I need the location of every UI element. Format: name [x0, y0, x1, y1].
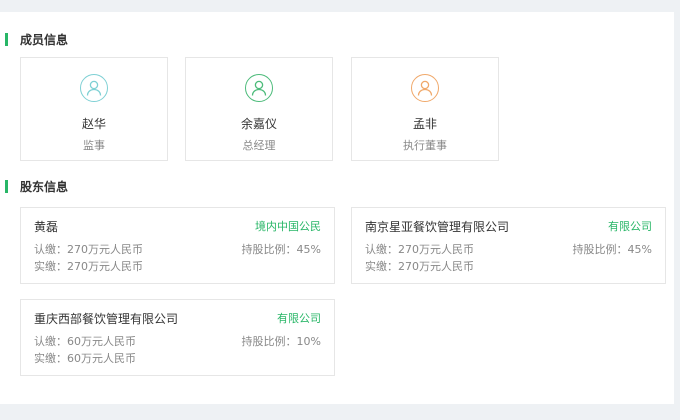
shareholder-type: 有限公司	[277, 312, 321, 325]
shareholder-name[interactable]: 重庆西部餐饮管理有限公司	[34, 310, 178, 327]
share-ratio: 持股比例：45%	[572, 243, 652, 256]
paid-capital: 实缴：60万元人民币	[34, 352, 136, 365]
subscribed-capital: 认缴：270万元人民币	[34, 243, 143, 256]
shareholder-name[interactable]: 黄磊	[34, 218, 58, 235]
shareholder-type: 有限公司	[608, 220, 652, 233]
paid-capital: 实缴：270万元人民币	[365, 260, 474, 273]
shareholder-type: 境内中国公民	[255, 220, 321, 233]
subscribed-capital: 认缴：270万元人民币	[365, 243, 474, 256]
shareholder-card[interactable]: 黄磊 境内中国公民 认缴：270万元人民币 实缴：270万元人民币 持股比例：4…	[20, 207, 335, 284]
member-card[interactable]: 孟非 执行董事	[351, 57, 499, 161]
member-name[interactable]: 赵华	[21, 115, 167, 132]
subscribed-capital: 认缴：60万元人民币	[34, 335, 136, 348]
share-ratio: 持股比例：45%	[241, 243, 321, 256]
shareholders-section-title: 股东信息	[0, 179, 68, 195]
shareholder-name[interactable]: 南京星亚餐饮管理有限公司	[365, 218, 509, 235]
member-role: 监事	[83, 139, 105, 152]
content-panel: 成员信息 赵华 监事 余嘉仪 总经理 孟非 执行董事 股东信息 黄磊 境内中国公…	[0, 12, 674, 404]
member-card[interactable]: 余嘉仪 总经理	[185, 57, 333, 161]
person-icon	[411, 74, 439, 102]
shareholder-card[interactable]: 重庆西部餐饮管理有限公司 有限公司 认缴：60万元人民币 实缴：60万元人民币 …	[20, 299, 335, 376]
members-section-title: 成员信息	[0, 32, 68, 48]
paid-capital: 实缴：270万元人民币	[34, 260, 143, 273]
person-icon	[245, 74, 273, 102]
member-role: 总经理	[242, 139, 276, 152]
share-ratio: 持股比例：10%	[241, 335, 321, 348]
shareholder-card[interactable]: 南京星亚餐饮管理有限公司 有限公司 认缴：270万元人民币 实缴：270万元人民…	[351, 207, 666, 284]
member-name[interactable]: 孟非	[352, 115, 498, 132]
member-role: 执行董事	[403, 139, 447, 152]
member-name[interactable]: 余嘉仪	[186, 115, 332, 132]
person-icon	[80, 74, 108, 102]
member-card[interactable]: 赵华 监事	[20, 57, 168, 161]
